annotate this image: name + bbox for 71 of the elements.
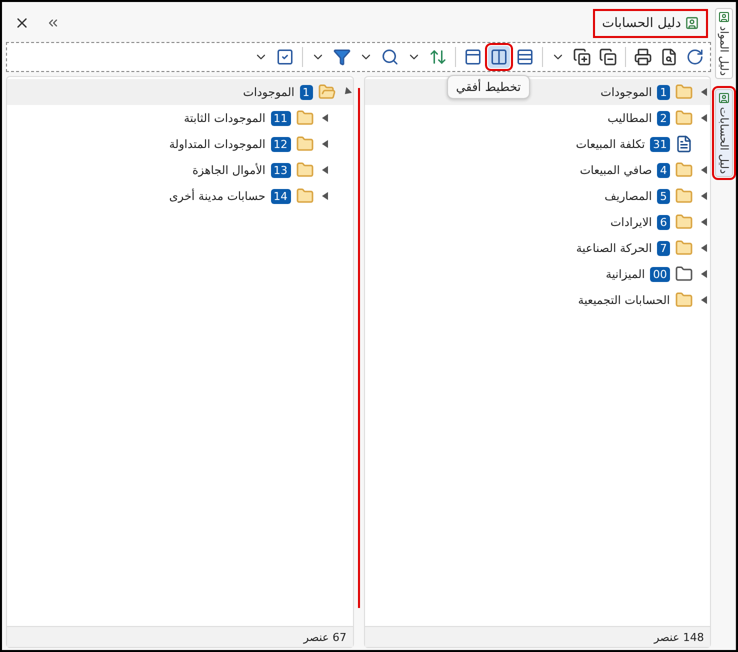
account-code: 6 (657, 214, 670, 230)
account-name: الموجودات (600, 85, 652, 99)
account-name: الموجودات الثابتة (184, 111, 266, 125)
account-code: 7 (657, 240, 670, 256)
side-tab[interactable]: دليل الحسابات (715, 88, 733, 177)
account-code: 00 (650, 266, 670, 282)
triangle-icon[interactable] (320, 166, 328, 174)
account-name: المصاريف (604, 189, 652, 203)
splitter-line[interactable] (358, 88, 360, 608)
triangle-icon[interactable] (700, 192, 708, 200)
folder-icon (675, 291, 693, 309)
collapse-all-button[interactable] (597, 46, 619, 68)
account-code: 2 (657, 110, 670, 126)
ledger-icon (718, 11, 730, 23)
triangle-icon[interactable] (700, 296, 708, 304)
folder-icon (296, 187, 314, 205)
account-name: الموجودات (243, 85, 294, 99)
columns-layout-icon (490, 48, 508, 66)
print-button[interactable] (632, 46, 654, 68)
triangle-icon[interactable] (700, 114, 708, 122)
item-count: 148 عنصر (654, 630, 704, 644)
triangle-icon[interactable] (700, 218, 708, 226)
folder-icon (675, 265, 693, 283)
triangle-icon[interactable] (320, 192, 328, 200)
account-code: 11 (270, 110, 290, 126)
account-code: 1 (657, 84, 670, 100)
account-name: الحركة الصناعية (576, 241, 652, 255)
ledger-icon (718, 92, 730, 104)
triangle-icon[interactable] (700, 244, 708, 252)
expand-all-button[interactable] (571, 46, 593, 68)
ledger-icon (685, 16, 699, 30)
account-code: 4 (657, 162, 670, 178)
folder-icon (296, 109, 314, 127)
folder-icon (675, 239, 693, 257)
account-name: تكلفة المبيعات (576, 137, 645, 151)
tree-row[interactable]: الحسابات التجميعية (364, 287, 710, 313)
triangle-icon[interactable] (700, 88, 708, 96)
folder-icon (675, 83, 693, 101)
triangle-icon[interactable] (320, 140, 328, 148)
account-name: صافي المبيعات (580, 163, 652, 177)
single-panel-icon (464, 48, 482, 66)
rows-layout-icon (516, 48, 534, 66)
account-name: الأموال الجاهزة (192, 163, 266, 177)
account-code: 1 (300, 84, 312, 100)
document-icon (675, 135, 693, 153)
folder-icon (296, 161, 314, 179)
triangle-icon[interactable] (700, 270, 708, 278)
account-name: حسابات مدينة أخرى (169, 189, 266, 203)
open-folder-icon (318, 83, 336, 101)
account-name: الايرادات (610, 215, 652, 229)
account-code: 5 (657, 188, 670, 204)
account-name: المطاليب (607, 111, 652, 125)
account-name: الحسابات التجميعية (578, 293, 670, 307)
layout-button[interactable] (488, 46, 510, 68)
folder-icon (675, 109, 693, 127)
account-code: 31 (650, 136, 670, 152)
account-name: الموجودات المتداولة (169, 137, 266, 151)
folder-icon (675, 187, 693, 205)
triangle-icon[interactable] (700, 166, 708, 174)
title-text: دليل الحسابات (602, 16, 681, 30)
side-tab[interactable]: دليل المواد (715, 8, 733, 79)
account-name: الميزانية (606, 267, 645, 281)
item-count: 67 عنصر (304, 630, 346, 644)
account-code: 12 (270, 136, 290, 152)
folder-icon (675, 213, 693, 231)
folder-icon (675, 161, 693, 179)
account-code: 13 (270, 162, 290, 178)
tooltip: تخطيط أفقي (447, 75, 530, 99)
account-code: 14 (270, 188, 290, 204)
folder-icon (296, 135, 314, 153)
triangle-icon[interactable] (320, 114, 328, 122)
